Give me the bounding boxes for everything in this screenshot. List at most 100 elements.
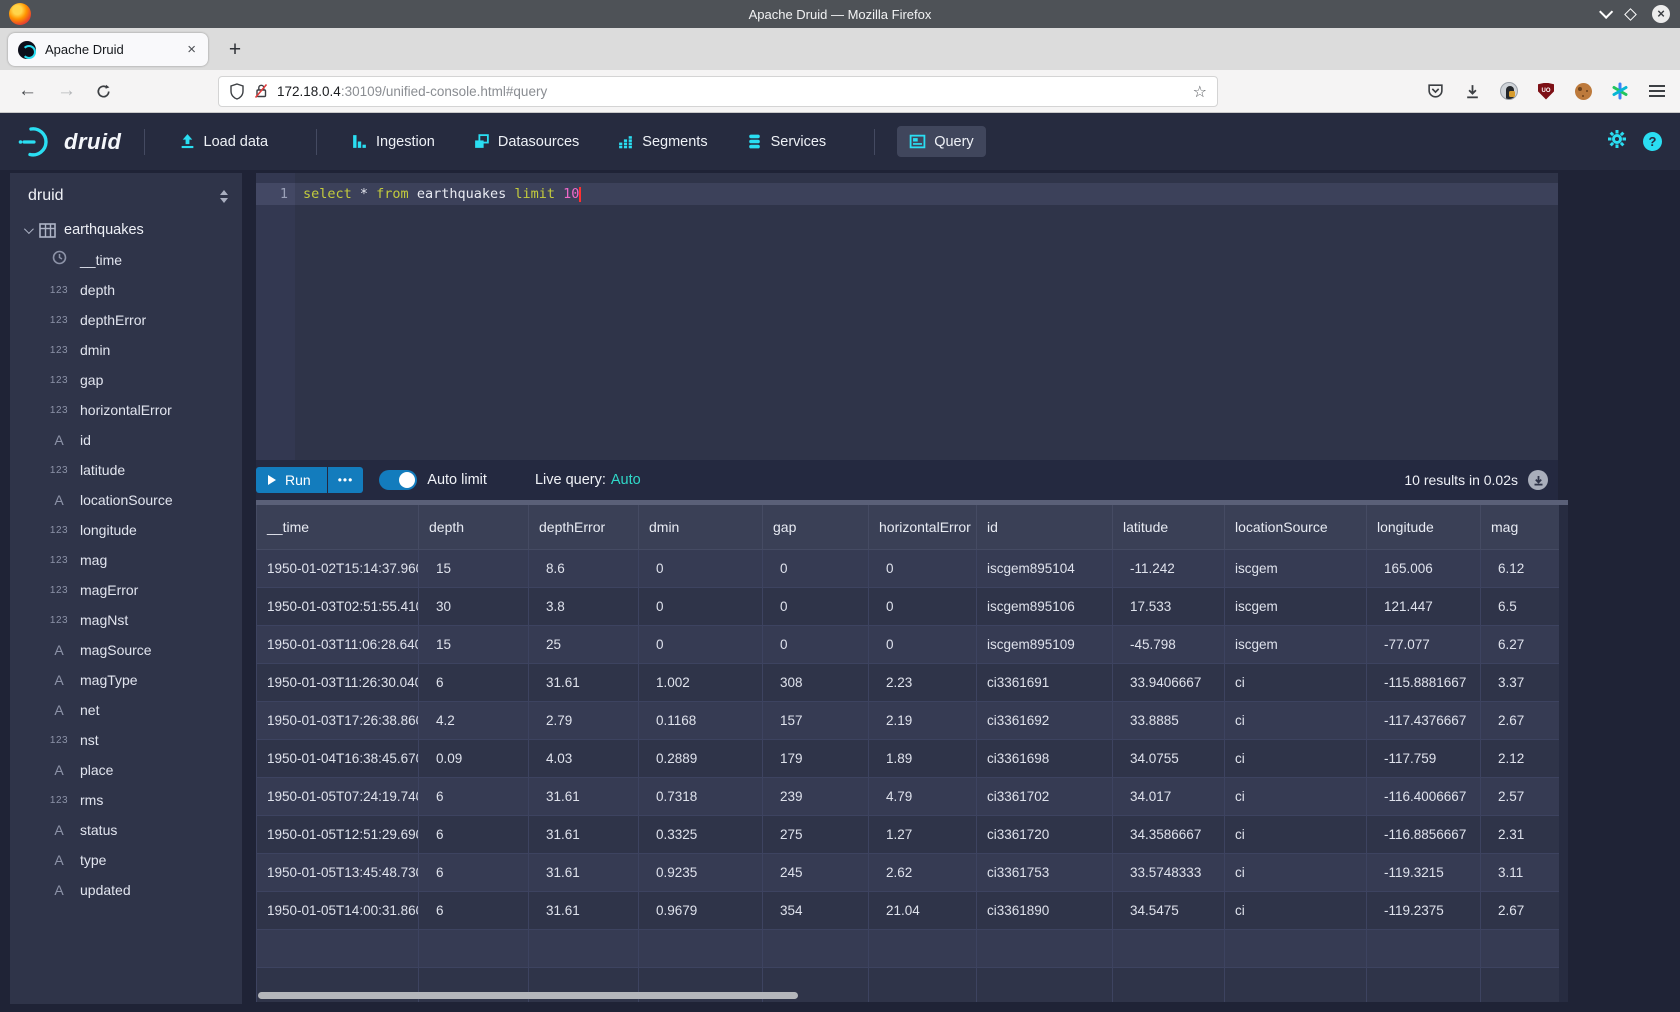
cell[interactable]: 1950-01-05T12:51:29.690Z <box>257 815 419 853</box>
cell[interactable]: 4.03 <box>529 739 639 777</box>
sidebar-field-nst[interactable]: 123nst <box>10 725 242 755</box>
cell[interactable]: 4.79 <box>869 777 977 815</box>
insecure-lock-icon[interactable] <box>253 83 269 100</box>
schema-selector[interactable]: druid <box>10 173 242 215</box>
cell[interactable]: 1950-01-04T16:38:45.670Z <box>257 739 419 777</box>
cell[interactable]: iscgem895106 <box>977 587 1113 625</box>
cell[interactable]: 239 <box>763 777 869 815</box>
cell[interactable]: -119.2375 <box>1367 891 1481 929</box>
sql-query-text[interactable]: select * from earthquakes limit 10 <box>303 186 581 202</box>
cell[interactable]: ci3361720 <box>977 815 1113 853</box>
cell[interactable]: 121.447 <box>1367 587 1481 625</box>
sidebar-field-longitude[interactable]: 123longitude <box>10 515 242 545</box>
sidebar-field-gap[interactable]: 123gap <box>10 365 242 395</box>
sidebar-field-place[interactable]: Aplace <box>10 755 242 785</box>
cell[interactable]: -77.077 <box>1367 625 1481 663</box>
cell[interactable]: 2.62 <box>869 853 977 891</box>
ublock-origin-icon[interactable]: UO <box>1537 82 1555 100</box>
cell[interactable]: 3.11 <box>1481 853 1569 891</box>
cell[interactable]: 0 <box>763 625 869 663</box>
cell[interactable]: 308 <box>763 663 869 701</box>
cell[interactable]: 2.19 <box>869 701 977 739</box>
column-header-locationSource[interactable]: locationSource <box>1225 505 1367 549</box>
tab-apache-druid[interactable]: Apache Druid × <box>8 33 208 66</box>
settings-gear-icon[interactable] <box>1607 129 1627 154</box>
url-bar[interactable]: 172.18.0.4:30109/unified-console.html#qu… <box>218 76 1218 107</box>
cell[interactable]: ci <box>1225 777 1367 815</box>
cell[interactable]: 1950-01-03T11:26:30.040Z <box>257 663 419 701</box>
cell[interactable]: 0 <box>639 549 763 587</box>
cell[interactable]: 34.5475 <box>1113 891 1225 929</box>
column-header-horizontalError[interactable]: horizontalError <box>869 505 977 549</box>
table-row[interactable]: 1950-01-05T07:24:19.740Z631.610.73182394… <box>257 777 1569 815</box>
vertical-scrollbar[interactable] <box>1559 505 1568 1002</box>
cell[interactable]: 179 <box>763 739 869 777</box>
nav-item-datasources[interactable]: Datasources <box>461 126 591 157</box>
download-results-icon[interactable] <box>1528 470 1548 490</box>
table-row[interactable]: 1950-01-03T11:26:30.040Z631.611.0023082.… <box>257 663 1569 701</box>
cell[interactable]: 2.31 <box>1481 815 1569 853</box>
sidebar-field-net[interactable]: Anet <box>10 695 242 725</box>
cell[interactable]: -115.8881667 <box>1367 663 1481 701</box>
cell[interactable]: 0.09 <box>419 739 529 777</box>
sort-carets-icon[interactable] <box>220 190 228 203</box>
cell[interactable]: 33.9406667 <box>1113 663 1225 701</box>
cell[interactable]: 15 <box>419 549 529 587</box>
druid-logo[interactable]: druid <box>18 125 122 159</box>
back-button[interactable]: ← <box>18 80 37 102</box>
cell[interactable]: 1.002 <box>639 663 763 701</box>
cell[interactable]: 6 <box>419 663 529 701</box>
column-header-depth[interactable]: depth <box>419 505 529 549</box>
sidebar-field-status[interactable]: Astatus <box>10 815 242 845</box>
sidebar-field-magNst[interactable]: 123magNst <box>10 605 242 635</box>
table-row[interactable]: 1950-01-03T11:06:28.640Z1525000iscgem895… <box>257 625 1569 663</box>
table-row[interactable]: 1950-01-02T15:14:37.960Z158.6000iscgem89… <box>257 549 1569 587</box>
cell[interactable]: 31.61 <box>529 815 639 853</box>
cell[interactable]: 31.61 <box>529 891 639 929</box>
results-table[interactable]: __timedepthdepthErrordmingaphorizontalEr… <box>256 505 1568 1002</box>
extension-avatar-icon[interactable] <box>1500 82 1518 100</box>
sql-editor[interactable]: 1 select * from earthquakes limit 10 <box>256 173 1558 460</box>
sidebar-field-type[interactable]: Atype <box>10 845 242 875</box>
cell[interactable]: 157 <box>763 701 869 739</box>
nav-item-services[interactable]: Services <box>734 126 839 157</box>
cell[interactable]: ci3361702 <box>977 777 1113 815</box>
cell[interactable]: 0 <box>639 587 763 625</box>
cell[interactable]: 2.67 <box>1481 701 1569 739</box>
sidebar-item-earthquakes[interactable]: earthquakes <box>10 215 242 245</box>
cell[interactable]: ci <box>1225 739 1367 777</box>
cell[interactable]: 354 <box>763 891 869 929</box>
horizontal-scrollbar[interactable] <box>258 992 798 999</box>
cell[interactable]: ci <box>1225 663 1367 701</box>
cell[interactable]: iscgem <box>1225 625 1367 663</box>
column-header-longitude[interactable]: longitude <box>1367 505 1481 549</box>
sidebar-field-latitude[interactable]: 123latitude <box>10 455 242 485</box>
cell[interactable]: 1.89 <box>869 739 977 777</box>
cell[interactable]: 3.37 <box>1481 663 1569 701</box>
window-maximize-button[interactable] <box>1624 8 1637 21</box>
sidebar-field-magError[interactable]: 123magError <box>10 575 242 605</box>
cell[interactable]: -45.798 <box>1113 625 1225 663</box>
cell[interactable]: 2.67 <box>1481 891 1569 929</box>
sidebar-field-dmin[interactable]: 123dmin <box>10 335 242 365</box>
table-row[interactable]: 1950-01-05T12:51:29.690Z631.610.33252751… <box>257 815 1569 853</box>
column-header-id[interactable]: id <box>977 505 1113 549</box>
cell[interactable]: iscgem <box>1225 549 1367 587</box>
table-row[interactable]: 1950-01-04T16:38:45.670Z0.094.030.288917… <box>257 739 1569 777</box>
cell[interactable]: 0.9235 <box>639 853 763 891</box>
sidebar-field-depth[interactable]: 123depth <box>10 275 242 305</box>
cell[interactable]: 245 <box>763 853 869 891</box>
table-row[interactable]: 1950-01-05T13:45:48.730Z631.610.92352452… <box>257 853 1569 891</box>
nav-item-ingestion[interactable]: Ingestion <box>339 126 447 157</box>
cell[interactable]: ci3361753 <box>977 853 1113 891</box>
cell[interactable]: 0.3325 <box>639 815 763 853</box>
help-icon[interactable]: ? <box>1643 132 1662 151</box>
table-row[interactable]: 1950-01-03T17:26:38.860Z4.22.790.1168157… <box>257 701 1569 739</box>
sidebar-field-locationSource[interactable]: AlocationSource <box>10 485 242 515</box>
cell[interactable]: iscgem <box>1225 587 1367 625</box>
cell[interactable]: ci <box>1225 853 1367 891</box>
cell[interactable]: 6.12 <box>1481 549 1569 587</box>
cell[interactable]: 0 <box>763 549 869 587</box>
sidebar-field-depthError[interactable]: 123depthError <box>10 305 242 335</box>
cell[interactable]: 4.2 <box>419 701 529 739</box>
